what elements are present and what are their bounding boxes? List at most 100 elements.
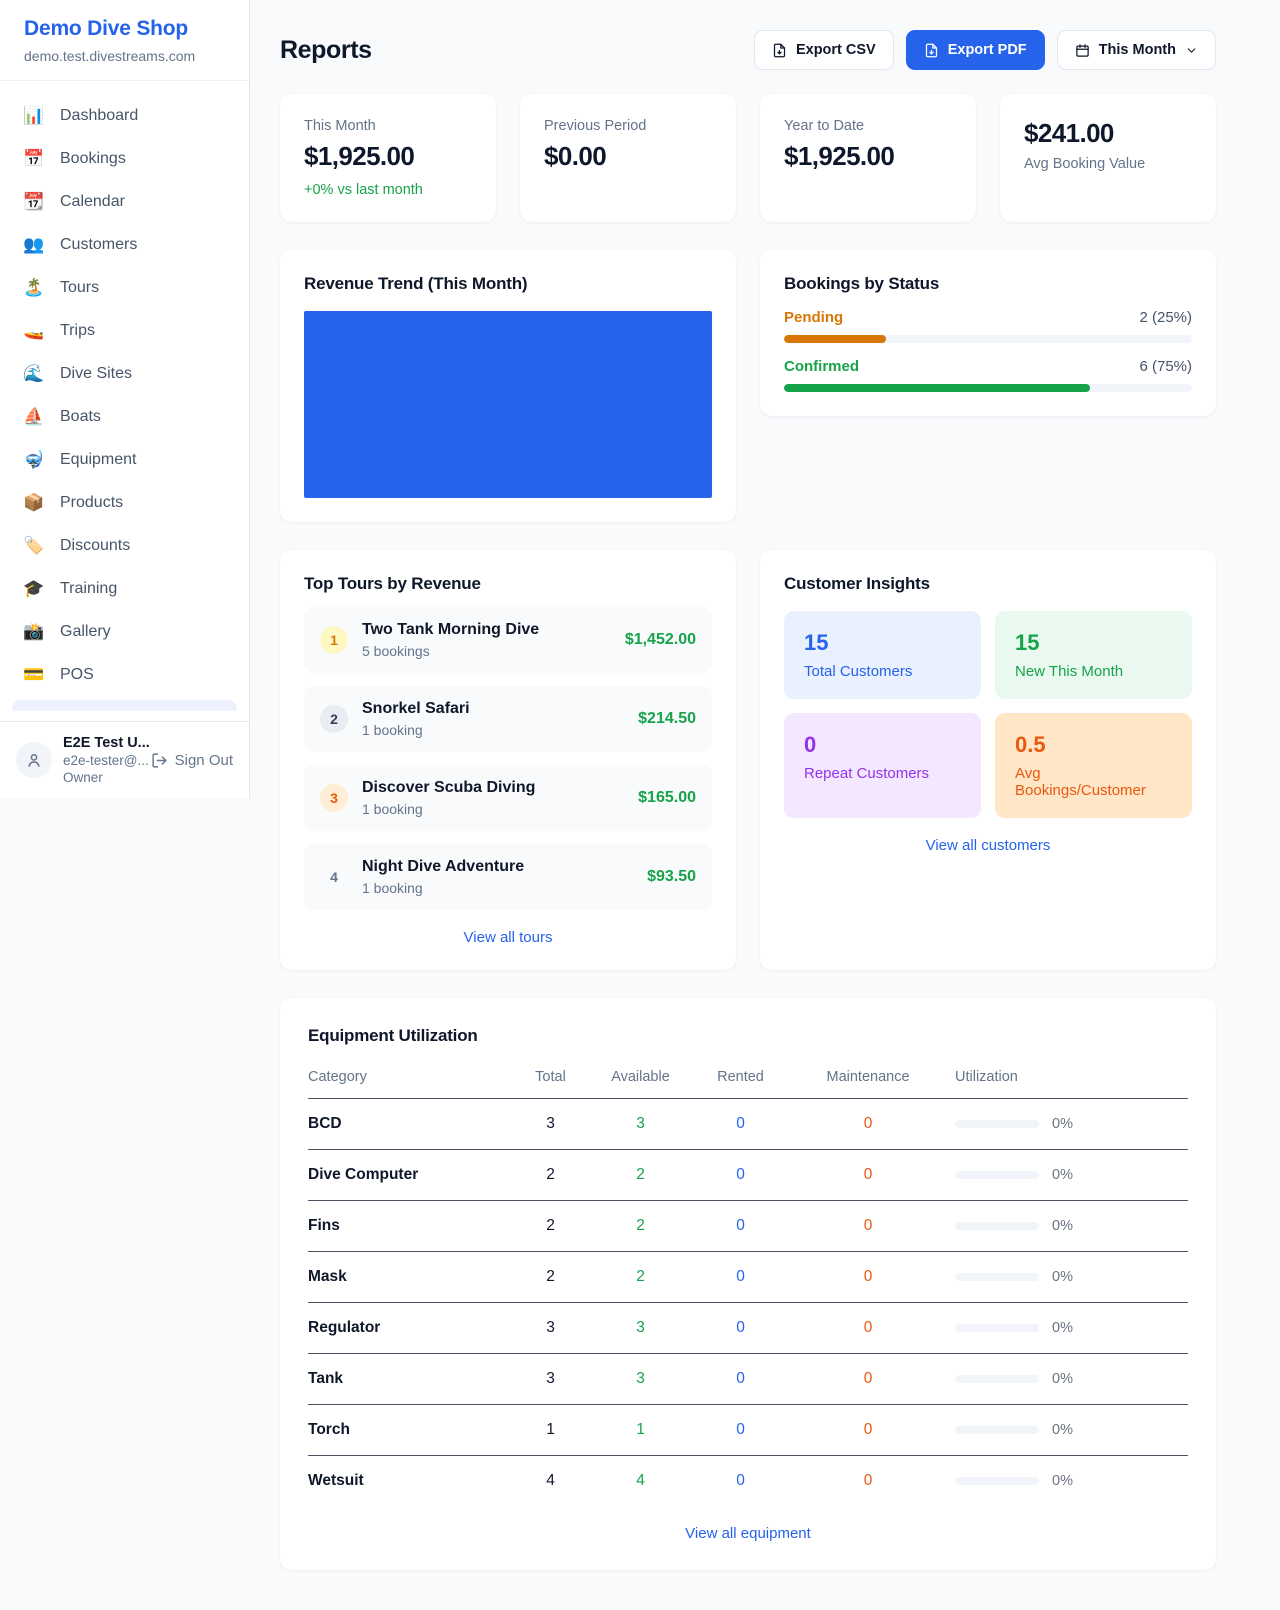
col-total: Total <box>508 1061 593 1099</box>
equipment-category: Regulator <box>308 1303 508 1354</box>
stat-value: $241.00 <box>1024 118 1192 149</box>
equipment-rented: 0 <box>688 1405 793 1456</box>
period-label: This Month <box>1099 42 1176 58</box>
insight-value: 0.5 <box>1015 732 1172 758</box>
insights-row: Top Tours by Revenue 1 Two Tank Morning … <box>280 550 1216 970</box>
sidebar-nav-item[interactable]: 🤿 Equipment <box>12 442 237 478</box>
tour-bookings: 1 booking <box>362 722 470 738</box>
sidebar-item-label: Training <box>60 580 117 598</box>
sidebar-nav-item[interactable]: 🌊 Dive Sites <box>12 356 237 392</box>
utilization-percent: 0% <box>1052 1320 1073 1336</box>
equipment-row: Regulator 3 3 0 0 0% <box>308 1303 1188 1354</box>
sign-out-label: Sign Out <box>175 752 233 769</box>
sidebar-nav-item[interactable]: 🏷️ Discounts <box>12 528 237 564</box>
sidebar-nav: 📊 Dashboard 📅 Bookings 📆 Calendar 👥 Cust… <box>0 81 249 693</box>
chevron-down-icon <box>1185 44 1198 57</box>
equipment-available: 3 <box>593 1303 688 1354</box>
stat-label: Avg Booking Value <box>1024 156 1192 172</box>
stat-label: Previous Period <box>544 118 712 134</box>
col-rented: Rented <box>688 1061 793 1099</box>
sidebar-item-icon: 📦 <box>22 493 46 513</box>
sidebar-item-icon: ⛵ <box>22 407 46 427</box>
sidebar-item-icon: 🚤 <box>22 321 46 341</box>
sidebar-nav-item[interactable]: 📊 Dashboard <box>12 98 237 134</box>
equipment-available: 3 <box>593 1099 688 1150</box>
sidebar-nav-item[interactable]: 👥 Customers <box>12 227 237 263</box>
sidebar-nav-item[interactable]: 📅 Bookings <box>12 141 237 177</box>
header-actions: Export CSV Export PDF This Month <box>754 30 1216 70</box>
utilization-bar <box>955 1222 1039 1230</box>
tour-bookings: 5 bookings <box>362 643 539 659</box>
tour-row: 1 Two Tank Morning Dive 5 bookings $1,45… <box>304 607 712 673</box>
utilization-bar <box>955 1171 1039 1179</box>
shop-name: Demo Dive Shop <box>24 17 225 41</box>
sidebar-nav-item[interactable]: 📦 Products <box>12 485 237 521</box>
equipment-available: 2 <box>593 1252 688 1303</box>
utilization-bar <box>955 1273 1039 1281</box>
sidebar-nav-item[interactable]: 🏝️ Tours <box>12 270 237 306</box>
equipment-row: Fins 2 2 0 0 0% <box>308 1201 1188 1252</box>
insight-label: Repeat Customers <box>804 765 961 782</box>
status-label: Confirmed <box>784 358 859 375</box>
status-value: 2 (25%) <box>1139 309 1192 326</box>
status-progress-track <box>784 335 1192 343</box>
status-row: Confirmed 6 (75%) <box>784 358 1192 392</box>
equipment-available: 3 <box>593 1354 688 1405</box>
equipment-row: BCD 3 3 0 0 0% <box>308 1099 1188 1150</box>
tour-bookings: 1 booking <box>362 801 535 817</box>
sidebar-item-icon: 📅 <box>22 149 46 169</box>
utilization-percent: 0% <box>1052 1371 1073 1387</box>
stat-card: This Month $1,925.00 +0% vs last month <box>280 94 496 222</box>
sidebar-nav-item[interactable]: 📸 Gallery <box>12 614 237 650</box>
sidebar-nav-item[interactable]: 📆 Calendar <box>12 184 237 220</box>
equipment-maintenance: 0 <box>793 1201 943 1252</box>
top-tours-card: Top Tours by Revenue 1 Two Tank Morning … <box>280 550 736 970</box>
file-download-icon <box>772 43 787 58</box>
equipment-row: Mask 2 2 0 0 0% <box>308 1252 1188 1303</box>
rank-badge: 2 <box>320 705 348 733</box>
sign-out-button[interactable]: Sign Out <box>151 752 233 769</box>
insight-tile: 15 New This Month <box>995 611 1192 699</box>
equipment-category: BCD <box>308 1099 508 1150</box>
sidebar-item-label: Tours <box>60 279 99 297</box>
sidebar-item-label: Boats <box>60 408 101 426</box>
sidebar-nav-item[interactable]: 💳 POS <box>12 657 237 693</box>
export-pdf-button[interactable]: Export PDF <box>906 30 1045 70</box>
stat-label: This Month <box>304 118 472 134</box>
sidebar-nav-item[interactable]: ⛵ Boats <box>12 399 237 435</box>
avatar <box>16 742 52 778</box>
col-utilization: Utilization <box>943 1061 1188 1099</box>
sidebar-nav-item[interactable]: 🎓 Training <box>12 571 237 607</box>
sidebar-item-icon: 🏝️ <box>22 278 46 298</box>
tour-name: Two Tank Morning Dive <box>362 621 539 639</box>
page-header: Reports Export CSV Export PDF This Month <box>280 30 1216 70</box>
revenue-trend-title: Revenue Trend (This Month) <box>304 274 712 294</box>
sidebar-nav-item[interactable]: 🚤 Trips <box>12 313 237 349</box>
sidebar-item-icon: 📊 <box>22 106 46 126</box>
equipment-maintenance: 0 <box>793 1456 943 1507</box>
period-dropdown[interactable]: This Month <box>1057 30 1216 70</box>
page-title: Reports <box>280 36 372 65</box>
equipment-category: Mask <box>308 1252 508 1303</box>
sidebar-item-label: Dive Sites <box>60 365 132 383</box>
insight-value: 15 <box>804 630 961 656</box>
sidebar-item-label: POS <box>60 666 94 684</box>
equipment-category: Dive Computer <box>308 1150 508 1201</box>
equipment-maintenance: 0 <box>793 1252 943 1303</box>
equipment-category: Wetsuit <box>308 1456 508 1507</box>
equipment-total: 1 <box>508 1405 593 1456</box>
view-all-customers-link[interactable]: View all customers <box>784 837 1192 854</box>
sidebar-item-reports-partial[interactable] <box>12 700 237 711</box>
tour-row: 2 Snorkel Safari 1 booking $214.50 <box>304 686 712 752</box>
view-all-tours-link[interactable]: View all tours <box>304 929 712 946</box>
sidebar: Demo Dive Shop demo.test.divestreams.com… <box>0 0 250 798</box>
revenue-trend-card: Revenue Trend (This Month) <box>280 250 736 522</box>
tour-revenue: $214.50 <box>638 710 696 728</box>
tour-revenue: $93.50 <box>647 868 696 886</box>
export-csv-button[interactable]: Export CSV <box>754 30 894 70</box>
person-icon <box>25 751 43 769</box>
tour-revenue: $1,452.00 <box>625 631 696 649</box>
charts-row: Revenue Trend (This Month) Bookings by S… <box>280 250 1216 522</box>
view-all-equipment-link[interactable]: View all equipment <box>308 1525 1188 1542</box>
rank-badge: 1 <box>320 626 348 654</box>
